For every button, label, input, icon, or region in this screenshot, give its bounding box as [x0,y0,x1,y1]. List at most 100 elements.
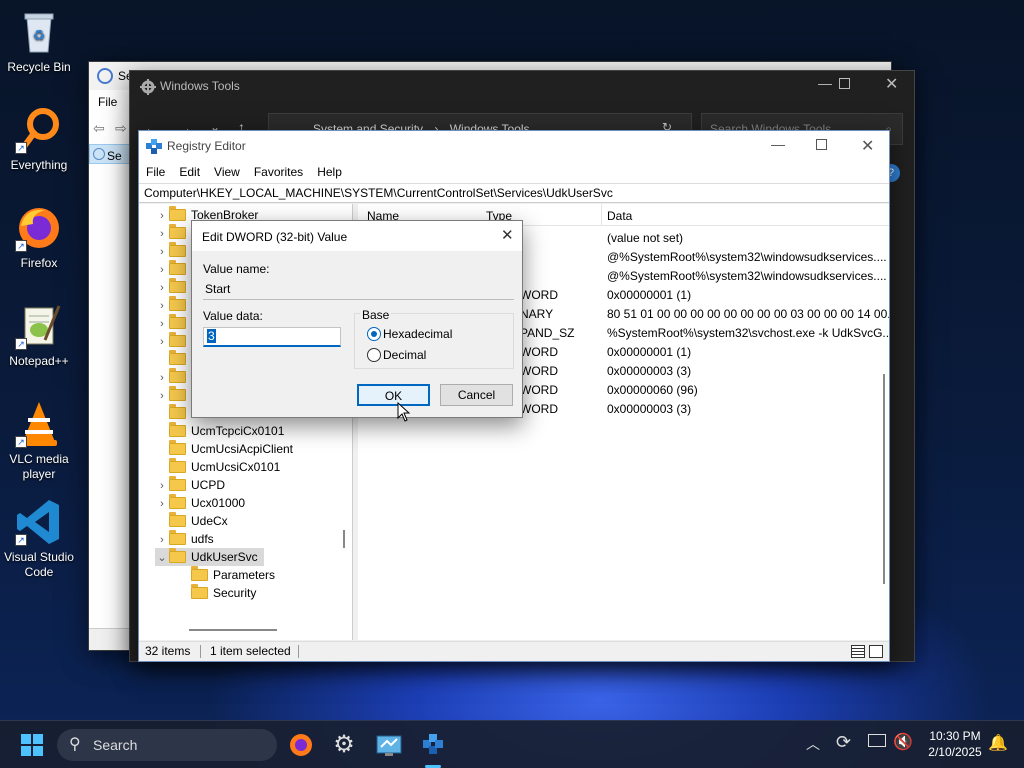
desktop-icon-notepadpp[interactable]: ↗ Notepad++ [0,302,78,369]
tree-expander-icon[interactable]: › [155,369,169,387]
tree-expander-icon[interactable]: › [155,477,169,495]
menu-help[interactable]: Help [310,161,349,183]
notepadpp-icon: ↗ [15,302,63,350]
value-name-field: Start [203,280,514,300]
tree-expander-icon[interactable]: › [155,279,169,297]
tray-volume-muted-icon[interactable]: 🔇 [893,732,913,752]
tree-expander-icon[interactable]: › [155,207,169,225]
tree-expander-icon[interactable]: › [155,387,169,405]
tray-sync-icon[interactable]: ⟳ [836,732,851,753]
folder-icon [169,368,186,383]
desktop-icon-everything[interactable]: ↗ Everything [0,106,78,173]
menu-file[interactable]: File [139,161,172,183]
tree-node-label: UcmUcsiCx0101 [191,460,281,474]
taskbar-firefox-icon[interactable] [285,729,317,761]
close-icon[interactable]: ✕ [885,74,898,94]
desktop-icon-vlc[interactable]: ↗ VLC media player [0,400,78,482]
tree-node[interactable]: UcmUcsiCx0101 [155,458,280,476]
tree-node[interactable]: › udfs [155,530,214,548]
column-header-data[interactable]: Data [607,209,632,223]
hexadecimal-label[interactable]: Hexadecimal [383,327,452,341]
desktop-icon-firefox[interactable]: ↗ Firefox [0,204,78,271]
taskbar-search[interactable]: ⚲ Search [57,729,277,761]
tree-node[interactable]: UdeCx [155,512,228,530]
value-data: 0x00000003 (3) [607,402,692,416]
menu-edit[interactable]: Edit [172,161,207,183]
tree-expander-icon[interactable]: › [155,243,169,261]
tree-node[interactable]: UcmTcpciCx0101 [155,422,284,440]
value-data-input[interactable]: 3 [203,327,341,347]
tree-node[interactable]: ⌄ UdkUserSvc [155,548,264,566]
decimal-label[interactable]: Decimal [383,348,426,362]
tree-expander-icon[interactable]: ⌄ [155,549,169,567]
tree-node[interactable]: Security [177,584,256,602]
tree-node[interactable]: › Ucx01000 [155,494,245,512]
ok-button[interactable]: OK [357,384,430,406]
value-data: @%SystemRoot%\system32\windowsudkservice… [607,250,887,264]
taskbar-regedit-icon[interactable] [417,729,449,761]
tree-expander-icon[interactable]: › [155,531,169,549]
vscode-icon: ↗ [15,498,63,546]
menu-file[interactable]: File [98,95,117,109]
clock[interactable]: 10:30 PM 2/10/2025 [920,728,990,760]
tree-node[interactable]: t [155,350,194,368]
folder-icon [169,476,186,491]
tree-expander-icon[interactable]: › [155,315,169,333]
tiles-view-icon[interactable] [869,645,883,658]
tray-network-icon[interactable] [868,734,886,747]
tree-scrollbar-thumb[interactable] [343,530,345,548]
tree-node[interactable]: ›t [155,332,194,350]
tree-node[interactable]: › UCPD [155,476,225,494]
folder-icon [169,422,186,437]
minimize-icon[interactable]: — [818,75,832,91]
tree-expander-icon[interactable]: › [155,333,169,351]
value-type: WORD [520,364,558,378]
details-view-icon[interactable] [851,645,865,658]
tree-expander-icon[interactable]: › [155,261,169,279]
value-data-label: Value data: [203,309,263,323]
value-data: 80 51 01 00 00 00 00 00 00 00 00 03 00 0… [607,307,889,321]
decimal-radio[interactable] [367,348,381,362]
cancel-button[interactable]: Cancel [440,384,513,406]
window-title: Registry Editor [167,139,246,153]
edit-dword-dialog[interactable]: Edit DWORD (32-bit) Value ✕ Value name: … [191,220,523,418]
minimize-icon[interactable]: — [771,136,785,152]
taskbar-control-panel-icon[interactable] [373,729,405,761]
close-icon[interactable]: ✕ [861,136,874,156]
hexadecimal-radio[interactable] [367,327,381,341]
tray-chevron-up-icon[interactable]: ︿ [806,734,820,754]
menu-view[interactable]: View [207,161,247,183]
tree-node[interactable]: ›t [155,368,194,386]
value-type: WORD [520,288,558,302]
desktop-icon-recycle-bin[interactable]: ♻ Recycle Bin [0,8,78,75]
value-data: @%SystemRoot%\system32\windowsudkservice… [607,269,887,283]
back-arrow-icon[interactable]: ⇦ [93,120,105,137]
desktop-icon-vscode[interactable]: ↗ Visual Studio Code [0,498,78,580]
maximize-icon[interactable] [816,139,827,150]
notification-bell-icon[interactable]: 🔔 [988,733,1008,753]
tree-node[interactable]: Parameters [177,566,275,584]
tree-node[interactable]: UcmUcsiAcpiClient [155,440,293,458]
folder-icon [169,440,186,455]
menu-favorites[interactable]: Favorites [247,161,310,183]
folder-icon [191,566,208,581]
folder-icon [169,260,186,275]
windows-tools-icon [140,79,156,95]
dialog-close-icon[interactable]: ✕ [501,226,514,244]
maximize-icon[interactable] [839,78,850,89]
tree-expander-icon[interactable]: › [155,225,169,243]
start-windows-icon[interactable] [16,729,48,761]
value-type: WORD [520,383,558,397]
value-data: 0x00000003 (3) [607,364,692,378]
side-item[interactable]: Se [89,144,131,164]
tree-expander-icon[interactable]: › [155,297,169,315]
forward-arrow-icon[interactable]: ⇨ [115,120,127,137]
tree-node-label: Parameters [213,568,276,582]
tree-hscrollbar-thumb[interactable] [189,629,277,631]
folder-icon [169,494,186,509]
taskbar-settings-gear-icon[interactable]: ⚙ [328,729,360,761]
address-bar[interactable]: Computer\HKEY_LOCAL_MACHINE\SYSTEM\Curre… [139,183,889,203]
folder-icon [169,350,186,365]
desktop-icon-label: Firefox [20,256,58,270]
tree-expander-icon[interactable]: › [155,495,169,513]
